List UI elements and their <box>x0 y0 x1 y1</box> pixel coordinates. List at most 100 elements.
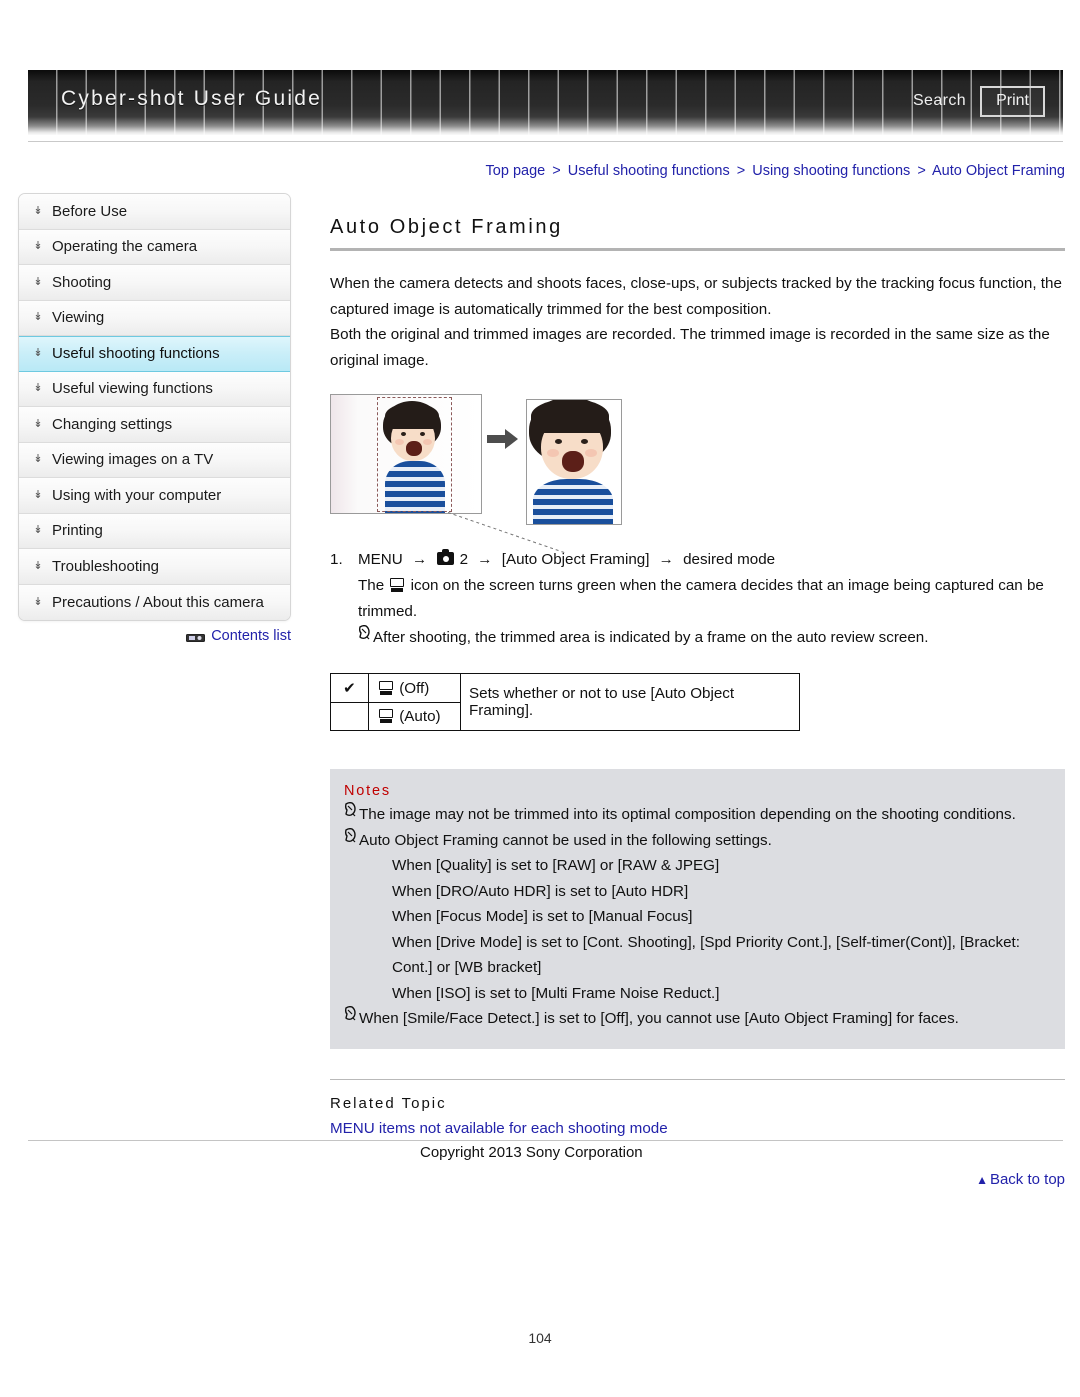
note-item: When [Smile/Face Detect.] is set to [Off… <box>344 1006 1049 1032</box>
sidebar-item-label: Viewing images on a TV <box>52 451 214 469</box>
sidebar-item-label: Viewing <box>52 309 105 327</box>
sidebar-item-label: Useful shooting functions <box>52 345 220 363</box>
sidebar-item-label: Useful viewing functions <box>52 380 213 398</box>
sidebar-item-using-with-your-computer[interactable]: ↡ Using with your computer <box>19 478 290 514</box>
header-actions: Search Print <box>913 86 1045 117</box>
sidebar-item-label: Troubleshooting <box>52 557 160 575</box>
back-to-top-label: Back to top <box>989 1170 1065 1188</box>
breadcrumb-separator: > <box>552 163 561 179</box>
small-arrow-icon: ↡ <box>33 453 43 466</box>
unselected-checkmark <box>330 702 369 731</box>
sidebar-nav: ↡ Before Use ↡ Operating the camera ↡ Shootin… <box>18 193 291 621</box>
sidebar-item-label: Printing <box>52 522 103 540</box>
footer-divider <box>28 1140 1063 1141</box>
site-header-banner: Cyber-shot User Guide Search Print <box>28 70 1063 135</box>
selected-checkmark: ✔ <box>330 673 369 703</box>
contents-list-link[interactable]: Contents list <box>18 628 291 644</box>
note-item-text: Auto Object Framing cannot be used in th… <box>359 831 772 849</box>
auto-object-framing-illustration <box>330 391 622 554</box>
sidebar-item-viewing[interactable]: ↡ Viewing <box>19 300 290 336</box>
copyright-text: Copyright 2013 Sony Corporation <box>420 1144 643 1161</box>
small-arrow-icon: ↡ <box>33 204 43 217</box>
sidebar-item-label: Before Use <box>52 202 128 220</box>
framing-off-icon <box>379 680 393 695</box>
note-item: The image may not be trimmed into its op… <box>344 802 1049 828</box>
page-title: Auto Object Framing <box>330 216 563 238</box>
step-content: MENU → 2 → [Auto Object Framing] → desir… <box>358 547 775 573</box>
header-divider <box>28 141 1063 142</box>
small-arrow-icon: ↡ <box>33 382 43 395</box>
sidebar-item-printing[interactable]: ↡ Printing <box>19 513 290 549</box>
sidebar-item-shooting[interactable]: ↡ Shooting <box>19 265 290 301</box>
breadcrumb-item-2[interactable]: Using shooting functions <box>752 163 910 179</box>
table-row[interactable]: ✔ (Off) Sets whether or not to use [Auto… <box>330 673 800 731</box>
note-item-text: When [Smile/Face Detect.] is set to [Off… <box>359 1010 959 1027</box>
step-1: 1. MENU → 2 → [Auto Object Framing] → de… <box>330 547 1065 573</box>
related-topic-title: Related Topic <box>330 1094 447 1112</box>
arrow-right-icon: → <box>477 551 493 568</box>
note-item-text: The image may not be trimmed into its op… <box>359 806 1016 823</box>
note-subitem: When [Quality] is set to [RAW] or [RAW &… <box>392 857 720 874</box>
auto-framing-icon <box>390 578 405 592</box>
options-table: ✔ (Off) Sets whether or not to use [Auto… <box>330 673 800 731</box>
sidebar-item-useful-shooting-functions[interactable]: ↡ Useful shooting functions <box>19 336 290 372</box>
breadcrumb-item-0[interactable]: Top page <box>486 163 546 179</box>
sidebar-item-troubleshooting[interactable]: ↡ Troubleshooting <box>19 549 290 585</box>
note-item: Auto Object Framing cannot be used in th… <box>344 827 1049 854</box>
option-off[interactable]: (Off) <box>368 673 461 703</box>
sidebar-item-operating-the-camera[interactable]: ↡ Operating the camera <box>19 229 290 265</box>
step-note-before: The <box>358 577 385 594</box>
note-pointer-icon <box>344 802 357 817</box>
sidebar-item-before-use[interactable]: ↡ Before Use <box>19 194 290 230</box>
small-arrow-icon: ↡ <box>33 559 43 572</box>
trim-area-dashed-box <box>377 397 452 512</box>
framing-auto-icon <box>379 709 393 723</box>
breadcrumb-item-3[interactable]: Auto Object Framing <box>932 163 1065 179</box>
step-note-text: After shooting, the trimmed area is indi… <box>373 629 929 646</box>
procedure-steps: 1. MENU → 2 → [Auto Object Framing] → de… <box>330 547 1065 651</box>
child-photo-trimmed <box>527 400 621 524</box>
note-subitem: When [ISO] is set to [Multi Frame Noise … <box>392 984 720 1002</box>
site-title: Cyber-shot User Guide <box>61 87 322 110</box>
small-arrow-icon: ↡ <box>33 595 43 608</box>
camera-icon <box>437 549 455 565</box>
page-number: 104 <box>528 1330 552 1346</box>
step-note-0: The icon on the screen turns green when … <box>358 573 1065 625</box>
step-number: 1. <box>330 551 343 568</box>
back-to-top-link[interactable]: ▲ Back to top <box>330 1171 1065 1188</box>
breadcrumb: Top page > Useful shooting functions > U… <box>330 163 1065 179</box>
notes-body: The image may not be trimmed into its op… <box>344 802 1049 1032</box>
main-content: Auto Object Framing When the camera dete… <box>330 216 1065 1188</box>
note-subitem: When [DRO/Auto HDR] is set to [Auto HDR] <box>392 882 689 900</box>
camera-icon <box>186 631 206 642</box>
option-auto[interactable]: (Auto) <box>368 702 461 731</box>
print-button[interactable]: Print <box>980 86 1045 117</box>
sidebar-item-label: Precautions / About this camera <box>52 593 264 611</box>
small-arrow-icon: ↡ <box>33 417 43 430</box>
sidebar-item-viewing-images-on-a-tv[interactable]: ↡ Viewing images on a TV <box>19 442 290 478</box>
option-off-label: (Off) <box>399 679 430 697</box>
notes-title: Notes <box>344 783 391 799</box>
step-note-1: After shooting, the trimmed area is indi… <box>358 625 1065 651</box>
note-pointer-icon <box>344 827 357 842</box>
search-link[interactable]: Search <box>913 92 966 110</box>
small-arrow-icon: ↡ <box>33 275 43 288</box>
intro-paragraph-0: When the camera detects and shoots faces… <box>330 275 1062 318</box>
sidebar-item-precautions-about-this-camera[interactable]: ↡ Precautions / About this camera <box>19 584 290 620</box>
note-subitem: When [Drive Mode] is set to [Cont. Shoot… <box>392 933 1020 977</box>
small-arrow-icon: ↡ <box>33 311 43 324</box>
related-topic-link[interactable]: MENU items not available for each shooti… <box>330 1120 1065 1137</box>
step-suffix: desired mode <box>683 551 776 568</box>
menu-item-label: [Auto Object Framing] <box>501 551 650 568</box>
option-description: Sets whether or not to use [Auto Object … <box>460 673 800 731</box>
sidebar-item-label: Shooting <box>52 273 112 291</box>
sidebar-item-changing-settings[interactable]: ↡ Changing settings <box>19 407 290 443</box>
breadcrumb-item-1[interactable]: Useful shooting functions <box>568 163 730 179</box>
sidebar-item-useful-viewing-functions[interactable]: ↡ Useful viewing functions <box>19 371 290 407</box>
trimmed-photo-frame <box>526 399 622 525</box>
step-note-after: icon on the screen turns green when the … <box>358 577 1044 620</box>
small-arrow-icon: ↡ <box>33 347 43 360</box>
note-pointer-icon <box>344 1006 357 1021</box>
intro-text: When the camera detects and shoots faces… <box>330 271 1065 373</box>
contents-list-label: Contents list <box>211 628 291 644</box>
